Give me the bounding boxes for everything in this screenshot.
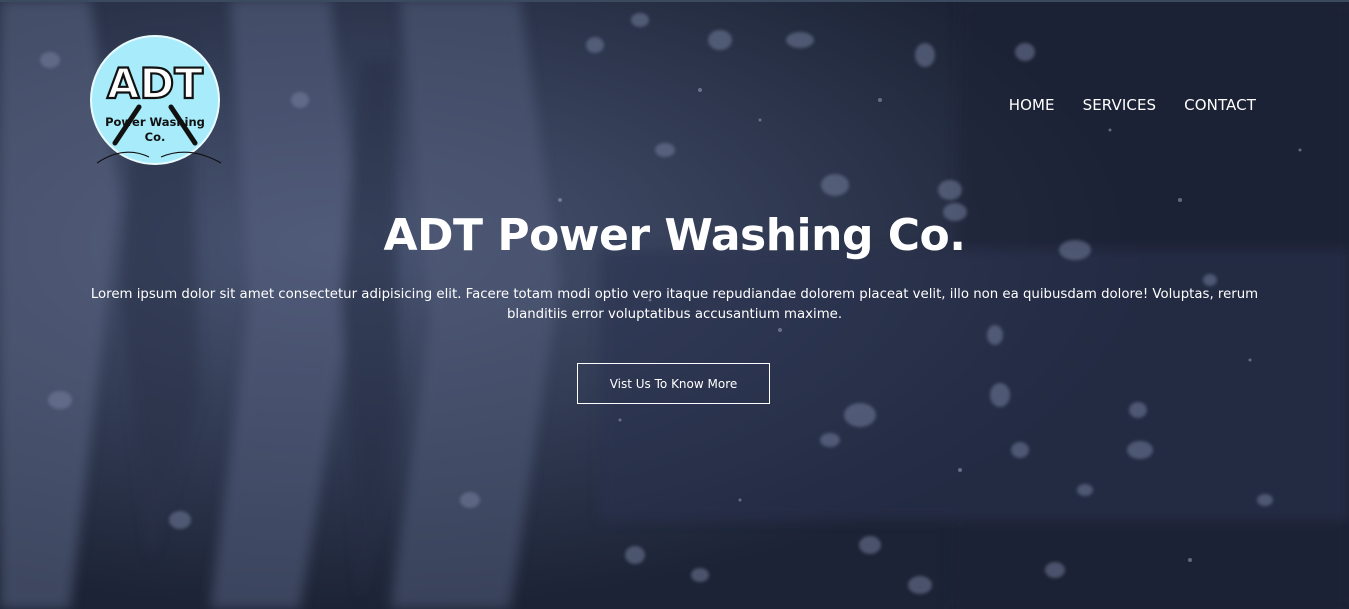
nav-home[interactable]: HOME: [1009, 96, 1055, 114]
visit-us-button[interactable]: Vist Us To Know More: [577, 363, 770, 404]
nav-services[interactable]: SERVICES: [1083, 96, 1157, 114]
company-logo[interactable]: ADT Power Washing Co.: [89, 35, 224, 170]
hero-title: ADT Power Washing Co.: [383, 210, 966, 261]
main-nav: HOME SERVICES CONTACT: [1009, 96, 1256, 114]
nav-contact[interactable]: CONTACT: [1184, 96, 1256, 114]
top-border: [0, 0, 1349, 2]
logo-big-text: ADT: [107, 59, 203, 108]
logo-line2: Co.: [145, 130, 166, 144]
hero-section: ADT Power Washing Co. HOME SERVICES CONT…: [0, 0, 1349, 609]
logo-line1: Power Washing: [105, 115, 205, 129]
hero-description: Lorem ipsum dolor sit amet consectetur a…: [90, 287, 1259, 322]
